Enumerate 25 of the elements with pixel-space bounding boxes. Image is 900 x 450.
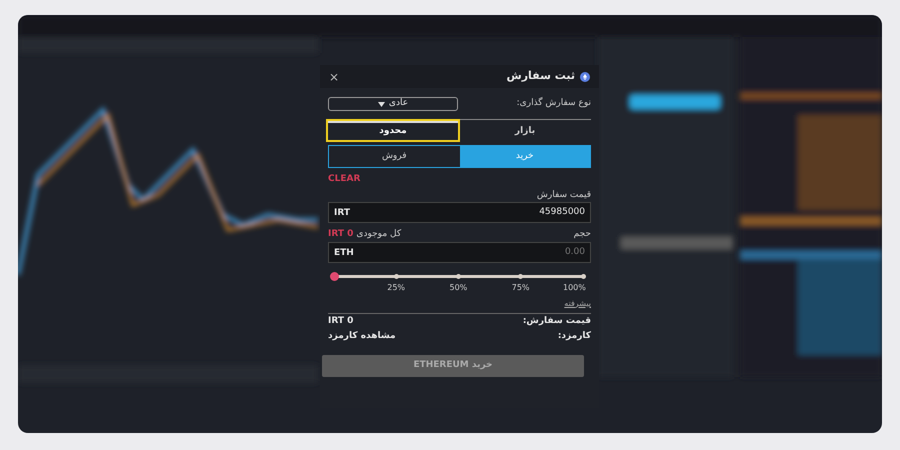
unit-label: IRT	[334, 206, 350, 220]
order-type-dropdown[interactable]: عادی	[328, 97, 458, 111]
slider-thumb[interactable]	[330, 272, 338, 280]
balance-label: کل موجودی	[356, 228, 402, 241]
volume-label: حجم	[574, 228, 591, 241]
close-button[interactable]: ×	[329, 70, 340, 82]
tick-label: 75%	[512, 282, 530, 294]
summary-label: کارمزد:	[558, 330, 591, 344]
price-label: قیمت سفارش	[536, 188, 591, 202]
tick-label: 50%	[450, 282, 468, 294]
order-tab[interactable]: بازار	[459, 120, 591, 141]
order-tab[interactable]: محدود	[327, 120, 459, 141]
tick-label: 100%	[563, 282, 586, 294]
caret-icon	[378, 102, 385, 106]
balance-value: IRT 0	[328, 228, 354, 241]
coin-icon	[580, 72, 590, 82]
unit-label: ETH	[334, 246, 354, 260]
order-type-label: نوع سفارش گذاری:	[516, 97, 591, 110]
dialog-title: ثبت سفارش	[506, 68, 575, 84]
summary-value: IRT 0	[328, 315, 354, 328]
summary-label: قیمت سفارش:	[522, 315, 591, 328]
tick-label: 25%	[387, 282, 406, 294]
summary-value: مشاهده کارمزد	[328, 330, 396, 344]
side-tab[interactable]: فروش	[329, 146, 460, 167]
advanced-link[interactable]: پیشرفته	[564, 298, 591, 310]
